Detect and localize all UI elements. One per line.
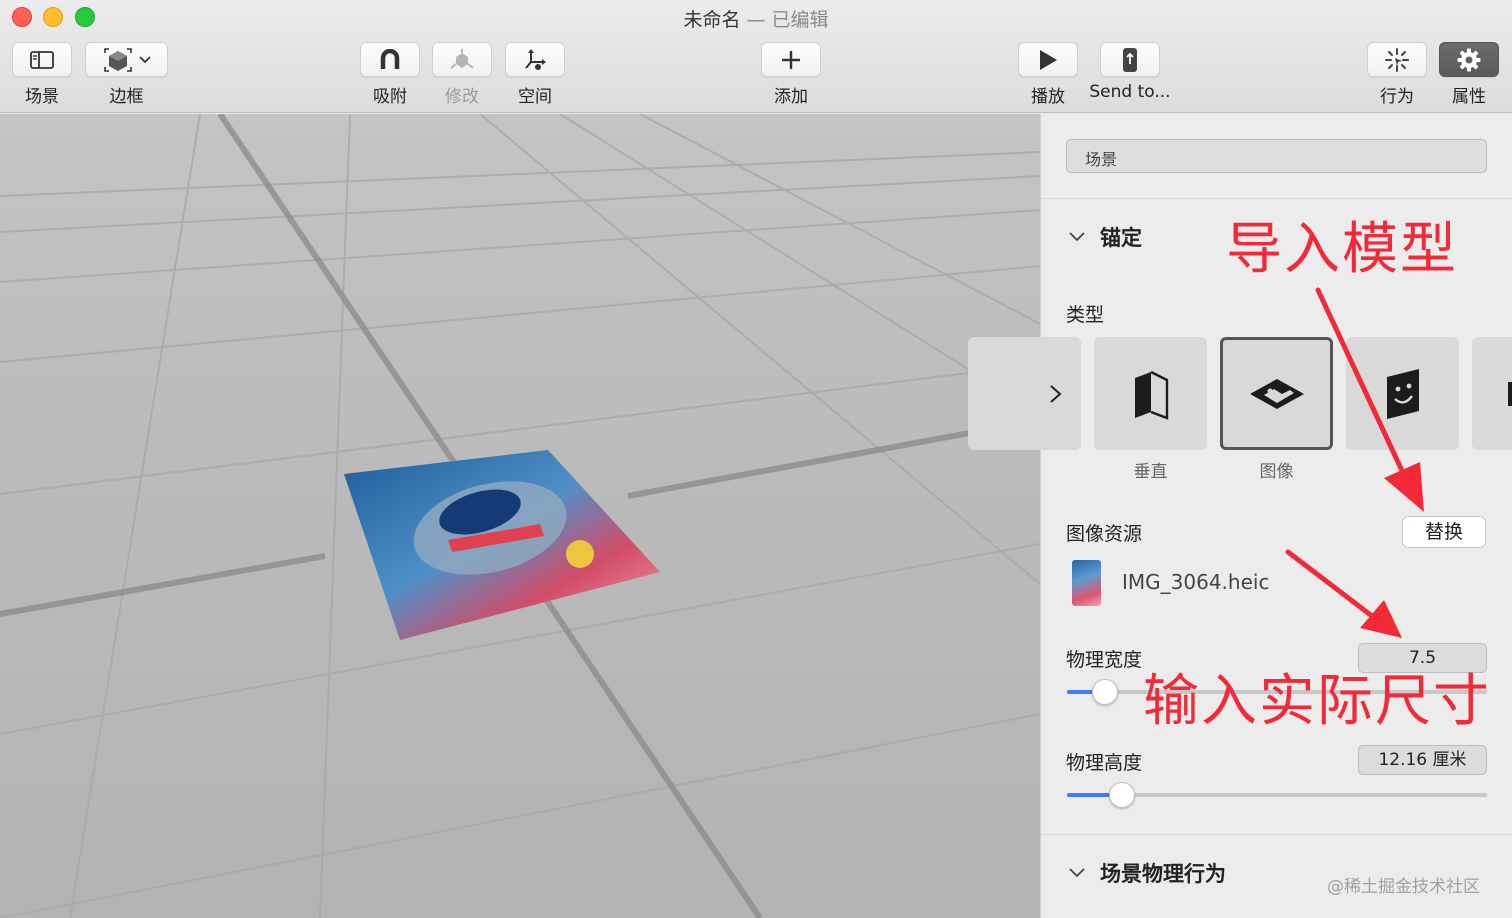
anchor-section-header[interactable]: 锚定 bbox=[1066, 222, 1142, 252]
height-slider[interactable] bbox=[1067, 782, 1487, 808]
type-option-vertical[interactable] bbox=[1094, 337, 1207, 450]
scene-sidebar-button[interactable] bbox=[12, 42, 72, 77]
behaviors-button[interactable] bbox=[1367, 42, 1427, 77]
replace-image-button[interactable]: 替换 bbox=[1402, 516, 1486, 548]
type-option-image[interactable] bbox=[1220, 337, 1333, 450]
snap-label: 吸附 bbox=[373, 87, 407, 107]
horizontal-anchor-icon bbox=[1050, 384, 1062, 403]
height-slider-knob[interactable] bbox=[1109, 782, 1135, 808]
annotation-import-model: 导入模型 bbox=[1226, 217, 1458, 282]
type-option-face[interactable] bbox=[1346, 337, 1459, 450]
play-button[interactable] bbox=[1018, 42, 1078, 77]
iphone-icon bbox=[1123, 47, 1137, 72]
chevron-down-icon bbox=[1069, 868, 1085, 878]
play-label: 播放 bbox=[1031, 87, 1065, 107]
title-separator: — bbox=[740, 9, 772, 31]
physics-section-title: 场景物理行为 bbox=[1100, 862, 1226, 886]
properties-button[interactable] bbox=[1439, 42, 1499, 77]
anchor-type-label: 类型 bbox=[1066, 304, 1105, 326]
divider bbox=[1041, 834, 1512, 835]
image-asset-label: 图像资源 bbox=[1066, 523, 1143, 545]
coordinate-space-icon bbox=[525, 48, 546, 70]
document-name: 未命名 bbox=[683, 9, 741, 31]
bounds-label: 边框 bbox=[109, 87, 144, 107]
window-title: 未命名 — 已编辑 bbox=[0, 5, 1512, 32]
properties-label: 属性 bbox=[1452, 87, 1486, 107]
window-toolbar: 未命名 — 已编辑 场景 边框 吸附 修改 空间 添加 播放 Send to..… bbox=[0, 0, 1512, 113]
send-to-button[interactable] bbox=[1100, 42, 1160, 77]
object-anchor-icon bbox=[1508, 381, 1512, 406]
space-button[interactable] bbox=[505, 42, 565, 77]
asset-thumbnail bbox=[1072, 560, 1101, 606]
space-label: 空间 bbox=[518, 87, 552, 107]
face-anchor-icon bbox=[1386, 368, 1419, 419]
bounding-box-icon bbox=[103, 47, 132, 72]
type-option-object[interactable] bbox=[1472, 337, 1512, 450]
behaviors-sparkle-icon bbox=[1385, 47, 1409, 72]
annotation-enter-size: 输入实际尺寸 bbox=[1143, 669, 1491, 734]
image-anchor-preview[interactable] bbox=[330, 444, 670, 644]
scene-label: 场景 bbox=[25, 87, 59, 107]
type-option-horizontal[interactable] bbox=[968, 337, 1081, 450]
watermark: @稀土掘金技术社区 bbox=[1327, 877, 1480, 897]
width-label: 物理宽度 bbox=[1066, 649, 1143, 671]
document-status: 已编辑 bbox=[771, 9, 829, 31]
vertical-anchor-icon bbox=[1134, 370, 1168, 420]
height-field[interactable]: 12.16 厘米 bbox=[1358, 745, 1487, 775]
add-button[interactable] bbox=[761, 42, 821, 77]
type-vertical-caption: 垂直 bbox=[1133, 462, 1168, 482]
width-slider-knob[interactable] bbox=[1092, 679, 1118, 705]
sidebar-icon bbox=[30, 50, 54, 69]
behaviors-label: 行为 bbox=[1380, 87, 1414, 107]
height-label: 物理高度 bbox=[1066, 752, 1143, 774]
snap-button[interactable] bbox=[360, 42, 420, 77]
send-to-label: Send to... bbox=[1089, 82, 1171, 102]
magnet-icon bbox=[380, 48, 400, 69]
object-name-field[interactable]: 场景 bbox=[1066, 139, 1487, 173]
modify-button[interactable] bbox=[432, 42, 492, 77]
bounds-menu-button[interactable] bbox=[85, 42, 168, 77]
add-label: 添加 bbox=[774, 87, 808, 107]
asset-filename: IMG_3064.heic bbox=[1122, 570, 1270, 594]
scene-viewport[interactable] bbox=[0, 114, 1040, 918]
modify-label: 修改 bbox=[445, 87, 479, 107]
play-icon bbox=[1040, 49, 1057, 70]
modify-transform-icon bbox=[450, 48, 474, 69]
type-image-caption: 图像 bbox=[1259, 462, 1294, 482]
image-anchor-icon bbox=[1249, 378, 1304, 409]
gear-icon bbox=[1457, 48, 1481, 71]
anchor-section-title: 锚定 bbox=[1100, 226, 1142, 250]
divider bbox=[1041, 198, 1512, 199]
chevron-down-icon bbox=[138, 55, 151, 63]
chevron-down-icon bbox=[1069, 232, 1085, 242]
plus-icon bbox=[782, 50, 800, 69]
physics-section-header[interactable]: 场景物理行为 bbox=[1066, 858, 1226, 888]
